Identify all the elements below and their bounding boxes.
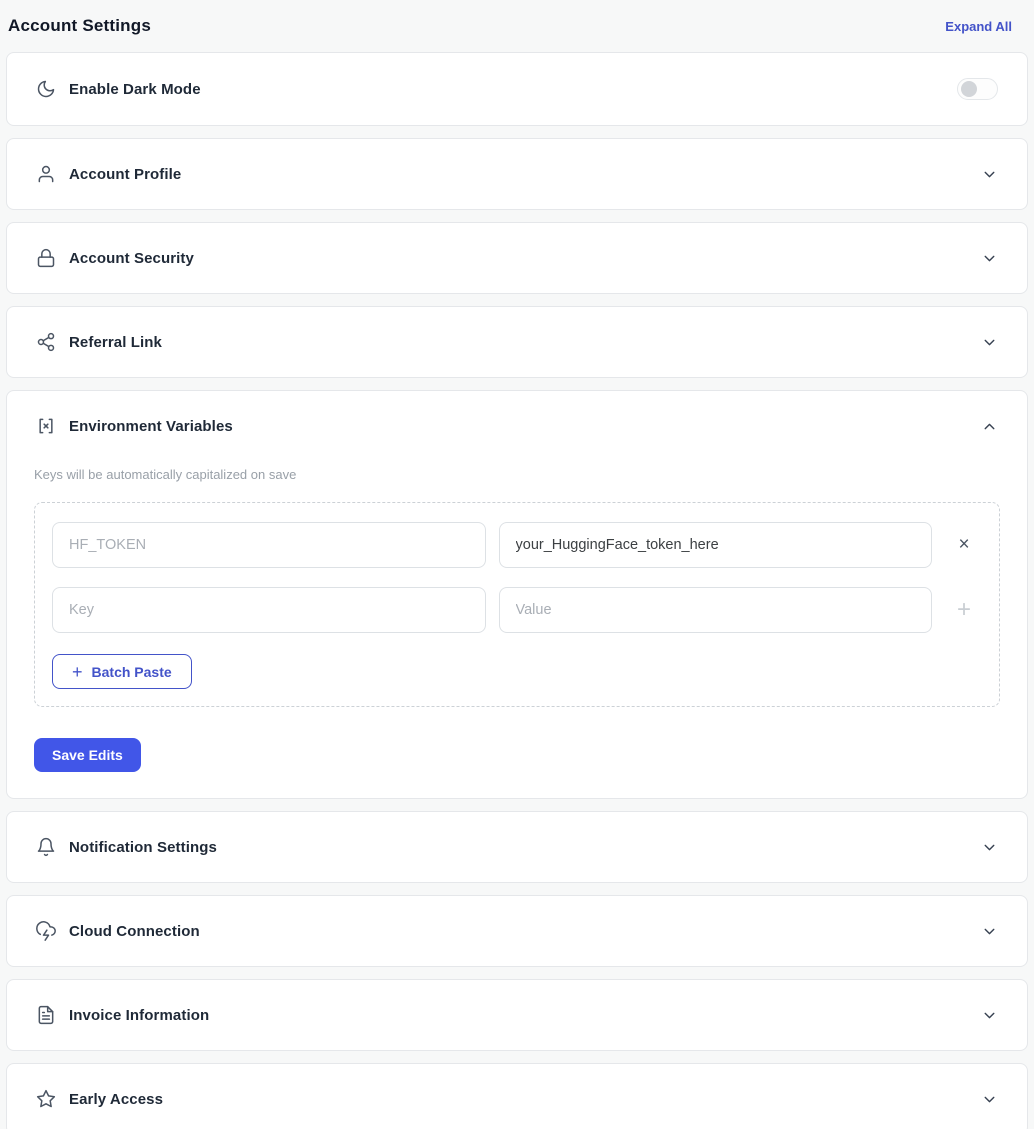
section-label: Early Access [69, 1091, 163, 1108]
moon-icon [36, 79, 56, 99]
dark-mode-card: Enable Dark Mode [6, 52, 1028, 126]
invoice-icon [36, 1005, 56, 1025]
section-label: Cloud Connection [69, 923, 200, 940]
chevron-down-icon [981, 334, 998, 351]
account-security-card: Account Security [6, 222, 1028, 294]
section-label: Notification Settings [69, 839, 217, 856]
early-access-card: Early Access [6, 1063, 1028, 1129]
chevron-down-icon [981, 923, 998, 940]
chevron-up-icon [981, 418, 998, 435]
user-icon [36, 164, 56, 184]
section-header-account-security[interactable]: Account Security [7, 223, 1027, 293]
toggle-knob [961, 81, 977, 97]
bell-icon [36, 837, 56, 857]
share-icon [36, 332, 56, 352]
referral-link-card: Referral Link [6, 306, 1028, 378]
chevron-down-icon [981, 1091, 998, 1108]
dark-mode-toggle[interactable] [957, 78, 998, 100]
env-key-input-1[interactable] [52, 522, 486, 568]
save-edits-button[interactable]: Save Edits [34, 738, 141, 772]
batch-paste-button[interactable]: + Batch Paste [52, 654, 192, 689]
env-rows-container: × + + Batch Paste [34, 502, 1000, 707]
page-header: Account Settings Expand All [6, 0, 1028, 52]
section-header-referral-link[interactable]: Referral Link [7, 307, 1027, 377]
env-value-input-2[interactable] [499, 587, 933, 633]
batch-paste-label: Batch Paste [92, 664, 172, 680]
invoice-information-card: Invoice Information [6, 979, 1028, 1051]
section-header-account-profile[interactable]: Account Profile [7, 139, 1027, 209]
env-helper-text: Keys will be automatically capitalized o… [34, 467, 1000, 482]
plus-icon: + [72, 663, 83, 681]
section-label: Account Security [69, 250, 194, 267]
chevron-down-icon [981, 839, 998, 856]
lock-icon [36, 248, 56, 268]
section-label: Environment Variables [69, 418, 233, 435]
section-header-early-access[interactable]: Early Access [7, 1064, 1027, 1129]
chevron-down-icon [981, 1007, 998, 1024]
section-header-invoice-information[interactable]: Invoice Information [7, 980, 1027, 1050]
env-value-input-1[interactable] [499, 522, 933, 568]
notification-settings-card: Notification Settings [6, 811, 1028, 883]
chevron-down-icon [981, 250, 998, 267]
brackets-x-icon [36, 416, 56, 436]
section-label: Account Profile [69, 166, 181, 183]
chevron-down-icon [981, 166, 998, 183]
page-title: Account Settings [8, 16, 151, 36]
section-label: Referral Link [69, 334, 162, 351]
section-header-environment-variables[interactable]: Environment Variables [7, 391, 1027, 461]
env-row-2: + [52, 587, 983, 633]
env-row-1: × [52, 522, 983, 568]
account-profile-card: Account Profile [6, 138, 1028, 210]
cloud-connection-card: Cloud Connection [6, 895, 1028, 967]
add-row-button[interactable]: + [945, 596, 983, 624]
expand-all-link[interactable]: Expand All [945, 19, 1026, 34]
section-header-notification-settings[interactable]: Notification Settings [7, 812, 1027, 882]
account-settings-page: Account Settings Expand All Enable Dark … [0, 0, 1034, 1129]
environment-variables-card: Environment Variables Keys will be autom… [6, 390, 1028, 799]
environment-variables-body: Keys will be automatically capitalized o… [7, 467, 1027, 798]
dark-mode-label: Enable Dark Mode [69, 81, 201, 98]
cloud-lightning-icon [36, 921, 56, 941]
dark-mode-row: Enable Dark Mode [7, 53, 1027, 125]
section-header-cloud-connection[interactable]: Cloud Connection [7, 896, 1027, 966]
section-label: Invoice Information [69, 1007, 209, 1024]
star-icon [36, 1089, 56, 1109]
env-key-input-2[interactable] [52, 587, 486, 633]
remove-row-button[interactable]: × [945, 534, 983, 556]
